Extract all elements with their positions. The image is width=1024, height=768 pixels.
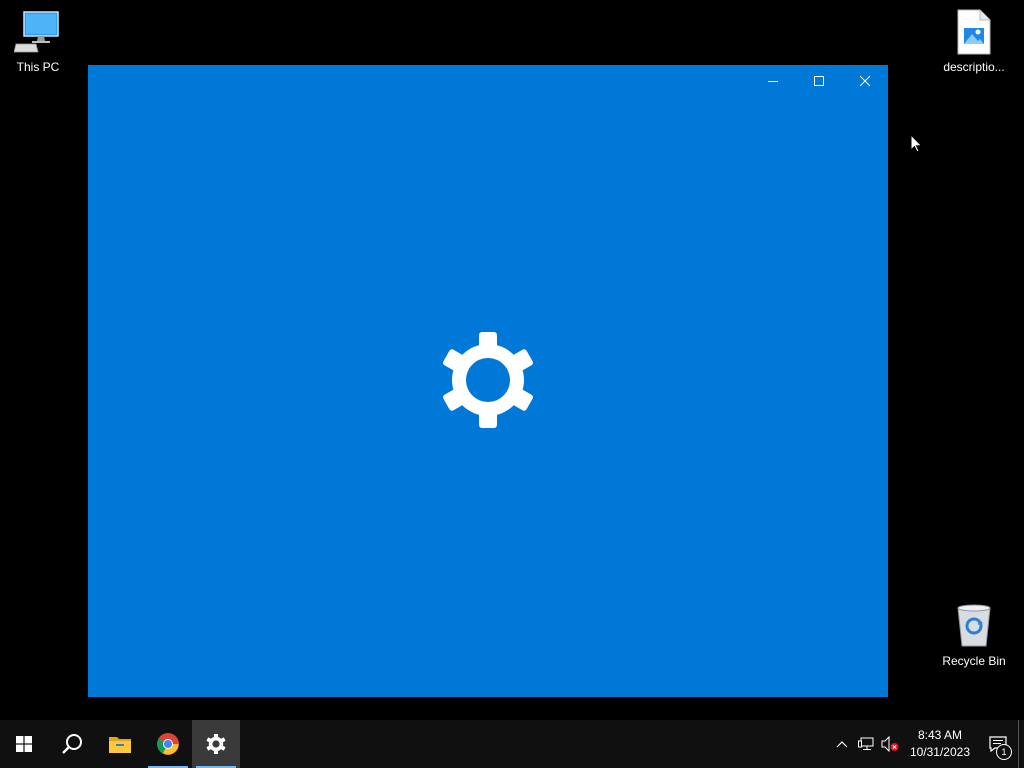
minimize-icon [768,81,778,82]
gear-icon [438,330,538,430]
volume-muted-icon [881,736,899,752]
show-desktop-button[interactable] [1018,720,1024,768]
chrome-icon [157,733,179,755]
notification-count-badge: 1 [996,744,1012,760]
desktop-icon-label: This PC [16,60,60,74]
clock-time: 8:43 AM [917,728,962,742]
settings-window[interactable] [88,65,888,697]
start-button[interactable] [0,720,48,768]
chrome-button[interactable] [144,720,192,768]
minimize-button[interactable] [750,65,796,97]
clock[interactable]: 8:43 AM 10/31/2023 [902,720,978,768]
desktop-icon-recycle-bin[interactable]: Recycle Bin [936,602,1012,668]
file-explorer-button[interactable] [96,720,144,768]
windows-start-icon [16,736,32,752]
maximize-icon [814,76,824,86]
image-file-icon [950,8,998,56]
action-center-button[interactable]: 1 [978,720,1018,768]
desktop-icon-image-file[interactable]: descriptio... [936,8,1012,74]
taskbar: 8:43 AM 10/31/2023 1 [0,720,1024,768]
network-button[interactable] [854,720,878,768]
system-tray: 8:43 AM 10/31/2023 1 [830,720,1024,768]
network-icon [857,737,874,750]
search-button[interactable] [48,720,96,768]
clock-date: 10/31/2023 [909,745,970,759]
volume-button[interactable] [878,720,902,768]
maximize-button[interactable] [796,65,842,97]
desktop-icon-label: Recycle Bin [942,654,1006,668]
window-controls [750,65,888,97]
desktop-icon-label: descriptio... [943,60,1005,74]
search-icon [62,734,82,754]
close-button[interactable] [842,65,888,97]
close-icon [859,75,871,87]
settings-taskbar-button[interactable] [192,720,240,768]
chevron-up-icon [836,741,848,748]
this-pc-icon [13,8,62,56]
recycle-bin-icon [950,602,998,650]
settings-gear-icon [206,734,226,754]
show-hidden-icons-button[interactable] [830,720,854,768]
file-explorer-icon [109,737,131,753]
mouse-cursor-icon [910,133,924,154]
desktop-icon-this-pc[interactable]: This PC [0,8,76,74]
